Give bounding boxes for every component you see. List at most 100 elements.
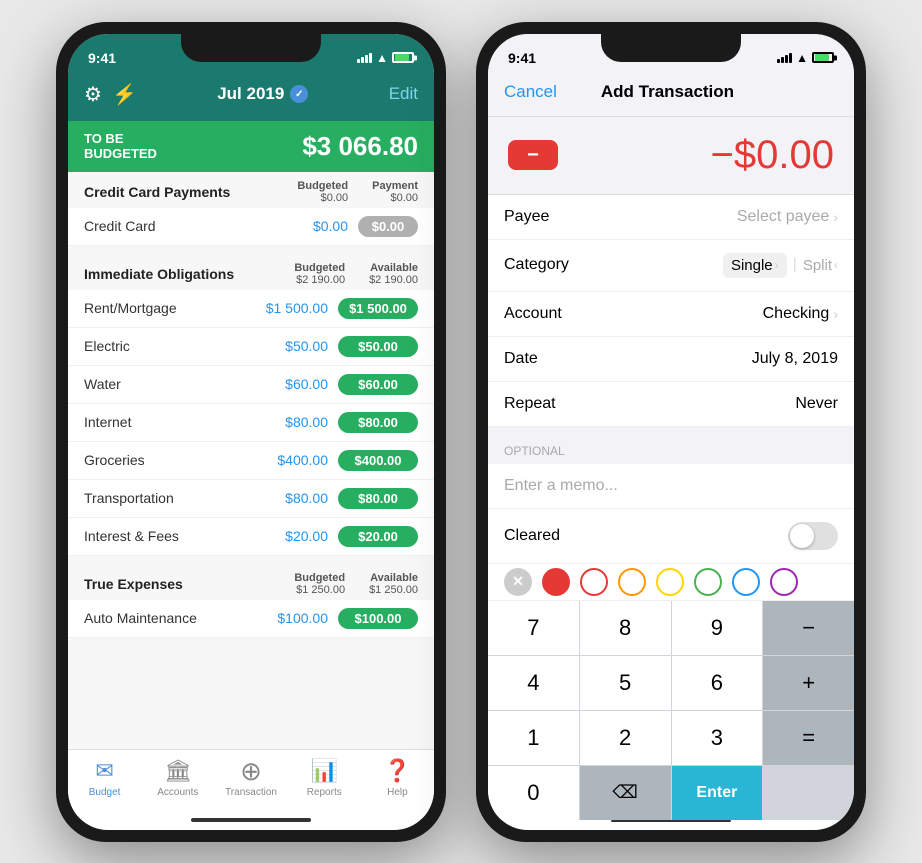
status-time-left: 9:41 — [88, 50, 116, 66]
table-row[interactable]: Groceries $400.00 $400.00 — [68, 442, 434, 480]
account-chevron: › — [833, 306, 838, 322]
repeat-row[interactable]: Repeat Never — [488, 382, 854, 427]
category-single-option[interactable]: Single › — [723, 253, 787, 278]
account-value: Checking › — [763, 305, 838, 323]
add-transaction-header: Cancel Add Transaction — [488, 78, 854, 117]
amount-toggle-button[interactable]: − — [508, 140, 558, 170]
left-phone: 9:41 ▲ ⚙ ⚡ Jul 2019 — [56, 22, 446, 842]
payee-chevron: › — [833, 209, 838, 225]
signal-icon-right — [777, 53, 792, 63]
key-7[interactable]: 7 — [488, 601, 579, 655]
table-row[interactable]: Water $60.00 $60.00 — [68, 366, 434, 404]
form-section: Payee Select payee › Category Single › |… — [488, 195, 854, 427]
tab-transaction-label: Transaction — [225, 787, 277, 798]
tbb-amount: $3 066.80 — [302, 131, 418, 162]
check-badge: ✓ — [290, 85, 308, 103]
gear-icon[interactable]: ⚙ — [84, 82, 102, 107]
tab-accounts-label: Accounts — [157, 787, 198, 798]
date-label: Date — [504, 350, 538, 368]
group-immediate-obligations: Immediate Obligations Budgeted $2 190.00… — [68, 254, 434, 290]
table-row[interactable]: Internet $80.00 $80.00 — [68, 404, 434, 442]
category-single-text: Single — [731, 257, 773, 274]
battery-icon-right — [812, 52, 834, 63]
flag-clear-button[interactable]: ✕ — [504, 568, 532, 596]
optional-label: OPTIONAL — [488, 430, 854, 464]
status-icons-right: ▲ — [777, 51, 834, 65]
notch — [181, 34, 321, 62]
budget-header: ⚙ ⚡ Jul 2019 ✓ Edit — [68, 78, 434, 121]
flag-red[interactable] — [542, 568, 570, 596]
cleared-toggle[interactable] — [788, 522, 838, 550]
key-6[interactable]: 6 — [672, 656, 763, 710]
key-4[interactable]: 4 — [488, 656, 579, 710]
category-options: Single › | Split ‹ — [723, 253, 838, 278]
accounts-icon: 🏛 — [164, 758, 192, 784]
split-text: Split — [803, 257, 832, 274]
budget-month-title: Jul 2019 — [217, 84, 284, 104]
key-enter[interactable]: Enter — [672, 766, 763, 820]
flag-purple[interactable] — [770, 568, 798, 596]
key-minus[interactable]: − — [763, 601, 854, 655]
category-split-option[interactable]: Split ‹ — [803, 257, 838, 274]
key-9[interactable]: 9 — [672, 601, 763, 655]
group-true-expenses: True Expenses Budgeted $1 250.00 Availab… — [68, 564, 434, 600]
flag-blue[interactable] — [732, 568, 760, 596]
table-row[interactable]: Electric $50.00 $50.00 — [68, 328, 434, 366]
table-row[interactable]: Auto Maintenance $100.00 $100.00 — [68, 600, 434, 638]
date-value: July 8, 2019 — [752, 350, 838, 368]
account-row[interactable]: Account Checking › — [488, 292, 854, 337]
flag-orange[interactable] — [618, 568, 646, 596]
bolt-icon[interactable]: ⚡ — [112, 82, 137, 107]
repeat-text: Never — [795, 395, 838, 413]
add-transaction-title: Add Transaction — [601, 82, 734, 102]
key-5[interactable]: 5 — [580, 656, 671, 710]
reports-icon: 📊 — [311, 758, 338, 784]
key-1[interactable]: 1 — [488, 711, 579, 765]
memo-input[interactable]: Enter a memo... — [488, 464, 854, 509]
flag-orange-red[interactable] — [580, 568, 608, 596]
repeat-value: Never — [795, 395, 838, 413]
key-2[interactable]: 2 — [580, 711, 671, 765]
payee-row[interactable]: Payee Select payee › — [488, 195, 854, 240]
payee-label: Payee — [504, 208, 549, 226]
memo-placeholder: Enter a memo... — [504, 477, 618, 494]
category-row[interactable]: Category Single › | Split ‹ — [488, 240, 854, 292]
payee-value: Select payee › — [737, 208, 838, 226]
tab-budget[interactable]: ✉ Budget — [68, 758, 141, 798]
date-row[interactable]: Date July 8, 2019 — [488, 337, 854, 382]
split-chevron: ‹ — [834, 258, 838, 272]
tab-transaction[interactable]: ⊕ Transaction — [214, 758, 287, 798]
tab-help[interactable]: ❓ Help — [361, 758, 434, 798]
cancel-button[interactable]: Cancel — [504, 82, 557, 102]
flag-green[interactable] — [694, 568, 722, 596]
notch-right — [601, 34, 741, 62]
home-indicator-right — [611, 820, 731, 822]
key-0[interactable]: 0 — [488, 766, 579, 820]
status-time-right: 9:41 — [508, 50, 536, 66]
transaction-icon: ⊕ — [240, 758, 262, 784]
tab-bar-left: ✉ Budget 🏛 Accounts ⊕ Transaction 📊 Repo… — [68, 749, 434, 818]
signal-icon — [357, 53, 372, 63]
key-equals[interactable]: = — [763, 711, 854, 765]
table-row[interactable]: Transportation $80.00 $80.00 — [68, 480, 434, 518]
account-label: Account — [504, 305, 562, 323]
help-icon: ❓ — [384, 758, 411, 784]
table-row[interactable]: Interest & Fees $20.00 $20.00 — [68, 518, 434, 556]
category-label: Category — [504, 256, 569, 274]
date-text: July 8, 2019 — [752, 350, 838, 368]
tab-accounts[interactable]: 🏛 Accounts — [141, 758, 214, 798]
flag-yellow[interactable] — [656, 568, 684, 596]
key-plus[interactable]: + — [763, 656, 854, 710]
account-text: Checking — [763, 305, 830, 323]
tab-reports[interactable]: 📊 Reports — [288, 758, 361, 798]
table-row[interactable]: Rent/Mortgage $1 500.00 $1 500.00 — [68, 290, 434, 328]
key-backspace[interactable]: ⌫ — [580, 766, 671, 820]
cleared-row: Cleared — [488, 509, 854, 564]
key-3[interactable]: 3 — [672, 711, 763, 765]
table-row[interactable]: Credit Card $0.00 $0.00 — [68, 208, 434, 246]
amount-value: −$0.00 — [711, 133, 834, 178]
group-name-io: Immediate Obligations — [84, 266, 234, 282]
tbb-label: TO BEBUDGETED — [84, 131, 157, 162]
edit-button[interactable]: Edit — [389, 84, 418, 104]
key-8[interactable]: 8 — [580, 601, 671, 655]
